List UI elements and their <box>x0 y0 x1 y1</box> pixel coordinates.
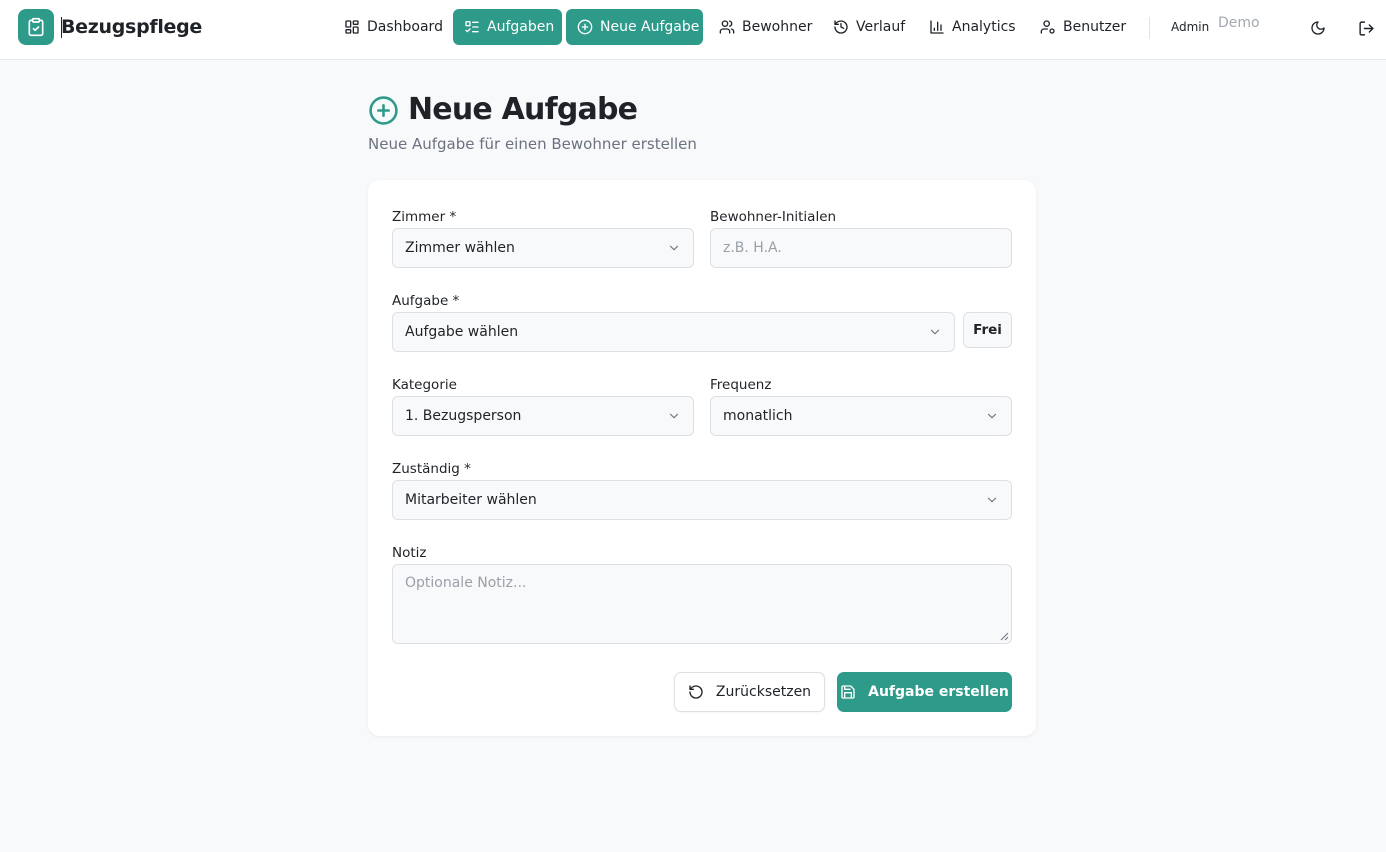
nav-bewohner[interactable]: Bewohner <box>708 9 823 45</box>
notiz-textarea[interactable]: Optionale Notiz... <box>392 564 1012 644</box>
nav-verlauf[interactable]: Verlauf <box>822 9 916 45</box>
nav-aufgaben-label: Aufgaben <box>487 19 555 35</box>
save-icon <box>841 685 855 699</box>
resize-grip-icon[interactable] <box>1000 632 1009 641</box>
zustaendig-select-value: Mitarbeiter wählen <box>405 492 537 508</box>
logout-button[interactable] <box>1352 14 1380 42</box>
nav-analytics-label: Analytics <box>952 19 1016 35</box>
nav-dashboard[interactable]: Dashboard <box>333 9 454 45</box>
logout-icon <box>1358 20 1374 36</box>
nav-aufgaben[interactable]: Aufgaben <box>453 9 562 45</box>
create-task-button[interactable]: Aufgabe erstellen <box>837 672 1012 712</box>
user-settings-icon <box>1040 20 1055 34</box>
user-role: Admin <box>1171 20 1210 34</box>
text-cursor <box>61 17 62 38</box>
kategorie-select[interactable]: 1. Bezugsperson <box>392 396 694 436</box>
chevron-down-icon <box>669 245 679 251</box>
zimmer-select-value: Zimmer wählen <box>405 240 515 256</box>
nav-bewohner-label: Bewohner <box>742 19 813 35</box>
user-name: Demo <box>1218 15 1260 31</box>
frequenz-label: Frequenz <box>710 377 772 393</box>
aufgabe-select-value: Aufgabe wählen <box>405 324 519 340</box>
notiz-label: Notiz <box>392 545 427 561</box>
zimmer-select[interactable]: Zimmer wählen <box>392 228 694 268</box>
dashboard-icon <box>345 20 359 34</box>
chevron-down-icon <box>987 413 997 419</box>
zimmer-label: Zimmer * <box>392 209 457 225</box>
chevron-down-icon <box>987 497 997 503</box>
initialen-input[interactable]: z.B. H.A. <box>710 228 1012 268</box>
plus-circle-icon <box>368 95 399 130</box>
create-task-button-label: Aufgabe erstellen <box>868 684 1009 700</box>
reset-button[interactable]: Zurücksetzen <box>674 672 825 712</box>
reset-button-label: Zurücksetzen <box>715 684 812 700</box>
nav-verlauf-label: Verlauf <box>856 19 906 35</box>
reset-icon <box>689 685 703 699</box>
clipboard-check-icon[interactable] <box>18 9 54 45</box>
nav-neue-aufgabe-label: Neue Aufgabe <box>600 19 700 35</box>
zustaendig-select[interactable]: Mitarbeiter wählen <box>392 480 1012 520</box>
chevron-down-icon <box>930 329 940 335</box>
top-navigation-bar: Bezugspflege Dashboard Aufgaben Neue Auf… <box>0 0 1386 60</box>
aufgabe-select[interactable]: Aufgabe wählen <box>392 312 955 352</box>
aufgabe-label: Aufgabe * <box>392 293 460 309</box>
theme-toggle-button[interactable] <box>1304 14 1332 42</box>
page-title: Neue Aufgabe <box>408 92 638 127</box>
nav-benutzer[interactable]: Benutzer <box>1029 9 1137 45</box>
nav-analytics[interactable]: Analytics <box>918 9 1027 45</box>
nav-benutzer-label: Benutzer <box>1063 19 1127 35</box>
zustaendig-label: Zuständig * <box>392 461 471 477</box>
moon-icon <box>1311 21 1325 35</box>
history-icon <box>834 20 848 34</box>
page-subtitle: Neue Aufgabe für einen Bewohner erstelle… <box>368 135 697 153</box>
frequenz-select-value: monatlich <box>723 408 793 424</box>
plus-circle-icon <box>577 19 593 35</box>
initialen-label: Bewohner-Initialen <box>710 209 837 225</box>
app-title[interactable]: Bezugspflege <box>61 14 202 40</box>
nav-divider <box>1149 17 1150 39</box>
notiz-placeholder: Optionale Notiz... <box>405 575 527 591</box>
nav-neue-aufgabe[interactable]: Neue Aufgabe <box>566 9 703 45</box>
kategorie-select-value: 1. Bezugsperson <box>405 408 522 424</box>
frei-button[interactable]: Frei <box>963 312 1012 348</box>
users-icon <box>719 20 735 34</box>
chevron-down-icon <box>669 413 679 419</box>
task-list-icon <box>465 20 479 33</box>
kategorie-label: Kategorie <box>392 377 457 393</box>
bar-chart-icon <box>930 20 944 34</box>
initialen-placeholder: z.B. H.A. <box>723 240 782 256</box>
nav-dashboard-label: Dashboard <box>367 19 443 35</box>
frequenz-select[interactable]: monatlich <box>710 396 1012 436</box>
